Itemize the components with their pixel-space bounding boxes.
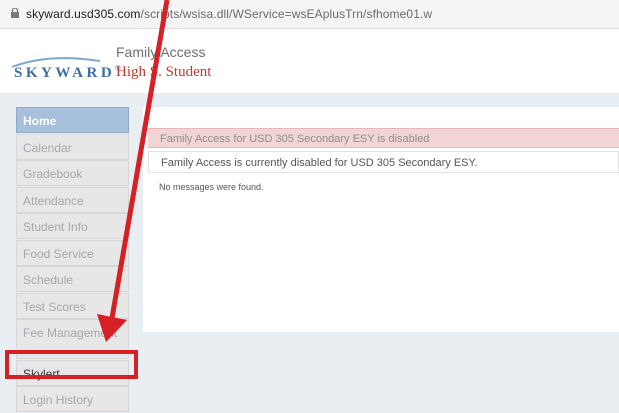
sidebar-item-schedule[interactable]: Schedule xyxy=(16,266,129,292)
empty-messages-text: No messages were found. xyxy=(159,182,264,192)
browser-address-bar[interactable]: skyward.usd305.com/scripts/wsisa.dll/WSe… xyxy=(0,0,619,29)
sidebar-item-calendar[interactable]: Calendar xyxy=(16,133,129,160)
skylert-highlight-box xyxy=(5,350,138,379)
logo-text: SKYWARD xyxy=(14,65,116,81)
sidebar-item-login-history[interactable]: Login History xyxy=(16,386,129,412)
url-text[interactable]: skyward.usd305.com/scripts/wsisa.dll/WSe… xyxy=(26,7,432,21)
sidebar-item-attendance[interactable]: Attendance xyxy=(16,186,129,213)
sidebar-item-gradebook[interactable]: Gradebook xyxy=(16,160,129,186)
lock-icon xyxy=(11,8,19,18)
alert-title: Family Access for USD 305 Secondary ESY … xyxy=(148,128,619,148)
student-name: High S. Student xyxy=(116,64,212,80)
sidebar-item-test-scores[interactable]: Test Scores xyxy=(16,292,129,319)
url-host: skyward.usd305.com xyxy=(26,7,141,21)
url-path: /scripts/wsisa.dll/WService=wsEAplusTrn/… xyxy=(140,7,433,21)
app-title: Family Access xyxy=(116,44,206,60)
alert-message: Family Access is currently disabled for … xyxy=(148,151,619,173)
skyward-logo: SKYWARD® xyxy=(14,64,120,82)
sidebar-item-student-info[interactable]: Student Info xyxy=(16,213,129,239)
sidebar-item-home[interactable]: Home xyxy=(16,107,129,133)
sidebar-item-food-service[interactable]: Food Service xyxy=(16,239,129,266)
